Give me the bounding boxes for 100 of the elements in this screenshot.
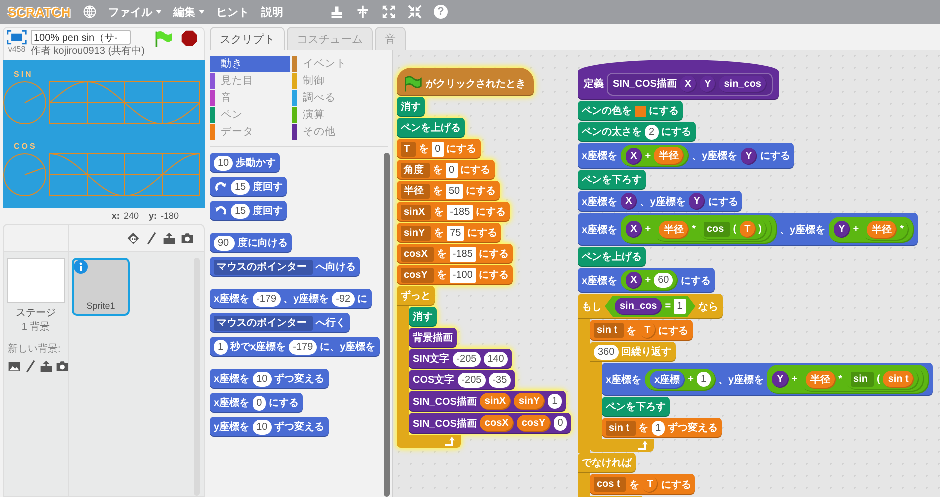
code-block[interactable]: T を 0 にする: [397, 139, 481, 159]
stamp-icon[interactable]: [330, 5, 344, 19]
number-input[interactable]: 360: [594, 344, 619, 360]
code-block[interactable]: 15 度回す: [210, 177, 288, 197]
code-block[interactable]: sinX を -185 にする: [397, 202, 510, 222]
code-block[interactable]: ペンの色を にする: [578, 101, 683, 121]
number-input[interactable]: 0: [252, 396, 266, 410]
boolean-block[interactable]: sin_cos = 1: [605, 296, 696, 317]
text-input[interactable]: -185: [450, 246, 476, 262]
dropdown-menu[interactable]: cosX: [401, 246, 434, 262]
dropdown-menu[interactable]: T: [401, 142, 416, 156]
cut-icon[interactable]: [356, 5, 370, 19]
globe-icon[interactable]: [82, 5, 97, 19]
fullscreen-icon[interactable]: [7, 30, 27, 45]
code-block[interactable]: x座標を X 、y座標を Y にする: [578, 191, 742, 212]
dropdown-menu[interactable]: cosY: [401, 268, 434, 282]
text-input[interactable]: 1: [674, 299, 686, 314]
code-block[interactable]: マウスのポインター へ行く: [210, 313, 350, 333]
reporter-block[interactable]: X: [626, 221, 642, 238]
text-input[interactable]: -185: [447, 204, 474, 220]
code-block[interactable]: 消す: [397, 97, 425, 117]
code-block[interactable]: 背景描画: [409, 328, 457, 348]
reporter-block[interactable]: Y + 半径 *: [828, 216, 914, 242]
code-block[interactable]: x座標を 10 ずつ変える: [210, 369, 329, 389]
sprite-tile[interactable]: Sprite1: [72, 258, 130, 316]
code-block[interactable]: SIN_COS描画 sinX sinY 1: [409, 391, 566, 412]
code-block[interactable]: ペンを下ろす: [578, 170, 646, 190]
number-dropdown[interactable]: 90: [214, 236, 236, 250]
control-block[interactable]: もし sin_cos = 1 なら: [578, 294, 723, 319]
define-block[interactable]: 定義 SIN_COS描画 X Y sin_cos: [578, 60, 778, 100]
code-block[interactable]: x座標を 0 にする: [210, 393, 304, 413]
reporter-block[interactable]: 半径 * sin ( sin t: [800, 367, 924, 392]
stop-icon[interactable]: [180, 30, 198, 47]
code-block[interactable]: ペンを上げる: [397, 118, 465, 138]
code-block[interactable]: cos t を T にする: [590, 474, 696, 495]
code-block[interactable]: 1 秒でx座標を -179 に、y座標を: [210, 337, 380, 357]
dropdown-menu[interactable]: マウスのポインター: [214, 316, 313, 330]
number-input[interactable]: 0: [554, 416, 568, 431]
code-block[interactable]: sin t を T にする: [590, 320, 693, 341]
control-block[interactable]: 360 回繰り返す: [590, 342, 676, 362]
dropdown-menu[interactable]: sinY: [401, 226, 432, 240]
reporter-block[interactable]: x座標 + 1: [644, 368, 716, 390]
project-title-field[interactable]: 100% pen sin（サ-: [31, 30, 131, 45]
reporter-block[interactable]: Y: [834, 221, 850, 238]
code-block[interactable]: x座標を x座標 + 1 、y座標を Y + 半径 * sin ( sin t: [602, 363, 933, 396]
reporter-block[interactable]: sin_cos: [615, 298, 662, 315]
paintbrush-icon[interactable]: [145, 232, 158, 244]
dropdown-menu[interactable]: sinX: [401, 204, 432, 220]
camera-icon[interactable]: [181, 232, 194, 244]
reporter-block[interactable]: X + 半径 * cos ( T ): [620, 215, 778, 244]
camera-icon[interactable]: [56, 360, 69, 373]
code-block[interactable]: sin t を 1 ずつ変える: [602, 418, 722, 438]
color-swatch[interactable]: [635, 106, 646, 116]
number-input[interactable]: 1: [548, 394, 562, 409]
reporter-block[interactable]: 半径 * cos ( T ): [654, 217, 772, 242]
code-block[interactable]: ペンを上げる: [578, 247, 646, 267]
text-input[interactable]: 75: [447, 226, 464, 240]
reporter-block[interactable]: X + 60: [620, 270, 678, 291]
code-block[interactable]: x座標を -179 、y座標を -92 に: [210, 289, 372, 309]
character-head-icon[interactable]: [127, 232, 140, 244]
reporter-block[interactable]: X + 半径: [620, 145, 690, 167]
reporter-block[interactable]: cos ( T ): [698, 219, 768, 240]
code-block[interactable]: 半径 を 50 にする: [397, 181, 500, 201]
reporter-block[interactable]: X: [626, 272, 642, 289]
number-input[interactable]: 15: [231, 204, 250, 218]
reporter-block[interactable]: Y: [740, 148, 758, 164]
text-input[interactable]: 0: [446, 162, 458, 178]
number-input[interactable]: 10: [252, 420, 272, 434]
reporter-block[interactable]: X: [626, 148, 642, 164]
text-input[interactable]: 50: [446, 184, 464, 198]
number-input[interactable]: 10: [214, 156, 234, 170]
number-input[interactable]: 10: [252, 372, 272, 386]
code-block[interactable]: y座標を 10 ずつ変える: [210, 417, 329, 437]
code-block[interactable]: SIN文字 -205 140: [409, 349, 512, 369]
reporter-block[interactable]: Y: [688, 193, 706, 210]
number-input[interactable]: 15: [231, 180, 250, 194]
category-item[interactable]: 動き: [210, 56, 290, 72]
dropdown-menu[interactable]: cos t: [594, 477, 626, 492]
code-block[interactable]: x座標を X + 半径 * cos ( T ) 、y座標を Y + 半径 *: [578, 213, 918, 246]
shrink-icon[interactable]: [408, 5, 422, 19]
number-input[interactable]: 1: [696, 372, 711, 387]
number-input[interactable]: 60: [654, 273, 674, 288]
dropdown-menu[interactable]: cos: [704, 222, 730, 237]
code-block[interactable]: マウスのポインター へ向ける: [210, 257, 360, 277]
reporter-block[interactable]: sin ( sin t: [846, 369, 919, 390]
info-icon[interactable]: [74, 260, 88, 274]
landscape-image-icon[interactable]: [8, 360, 21, 373]
code-block[interactable]: x座標を X + 半径 、y座標を Y にする: [578, 143, 794, 169]
number-input[interactable]: -205: [452, 352, 481, 366]
text-input[interactable]: -100: [450, 268, 476, 282]
reporter-block[interactable]: Y: [700, 76, 716, 92]
dropdown-menu[interactable]: 半径: [401, 184, 430, 198]
reporter-block[interactable]: sin_cos: [719, 76, 766, 92]
code-block[interactable]: x座標を X + 60 にする: [578, 268, 716, 293]
code-block[interactable]: cosX を -185 にする: [397, 244, 513, 264]
code-block[interactable]: sinY を 75 にする: [397, 223, 502, 243]
number-input[interactable]: 140: [484, 352, 508, 366]
code-block[interactable]: 15 度回す: [210, 201, 288, 221]
number-input[interactable]: -179: [252, 292, 281, 306]
dropdown-menu[interactable]: sin: [850, 372, 874, 387]
